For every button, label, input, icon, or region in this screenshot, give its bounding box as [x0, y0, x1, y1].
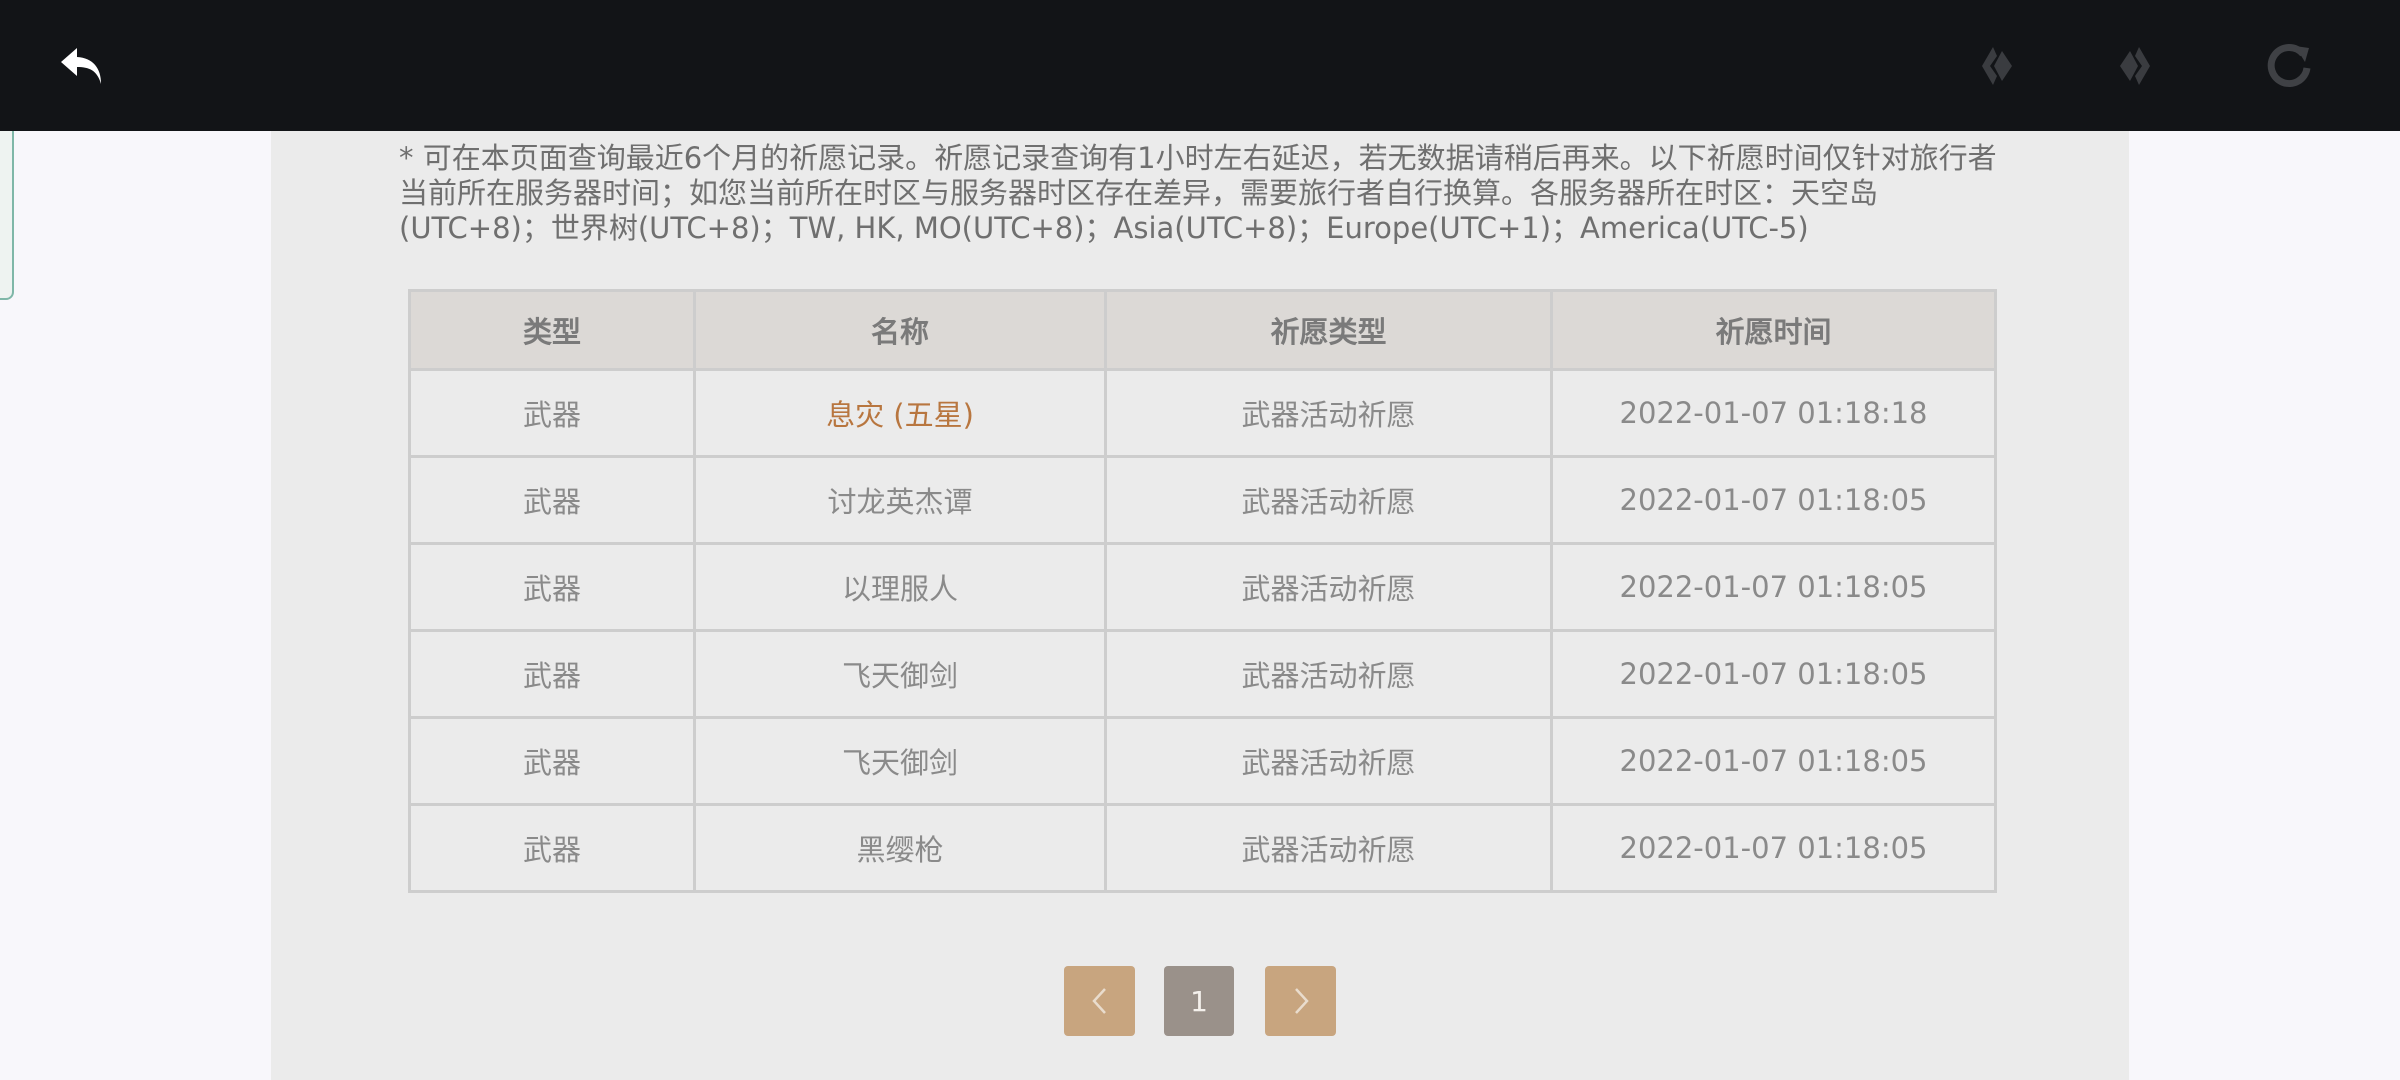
prev-nav-icon[interactable]	[1960, 33, 2026, 99]
cell-type: 武器	[408, 368, 696, 458]
table-row: 武器 飞天御剑 武器活动祈愿 2022-01-07 01:18:05	[408, 629, 1997, 719]
back-icon[interactable]	[50, 33, 116, 99]
page-number-button[interactable]: 1	[1164, 966, 1234, 1036]
notice-text: * 可在本页面查询最近6个月的祈愿记录。祈愿记录查询有1小时左右延迟，若无数据请…	[399, 141, 1997, 245]
cell-wish-type: 武器活动祈愿	[1104, 629, 1553, 719]
cell-wish-type: 武器活动祈愿	[1104, 455, 1553, 545]
table-row: 武器 飞天御剑 武器活动祈愿 2022-01-07 01:18:05	[408, 716, 1997, 806]
cell-type: 武器	[408, 716, 696, 806]
table-row: 武器 息灾 (五星) 武器活动祈愿 2022-01-07 01:18:18	[408, 368, 1997, 458]
cell-type: 武器	[408, 629, 696, 719]
cell-type: 武器	[408, 803, 696, 893]
table-row: 武器 讨龙英杰谭 武器活动祈愿 2022-01-07 01:18:05	[408, 455, 1997, 545]
table-row: 武器 以理服人 武器活动祈愿 2022-01-07 01:18:05	[408, 542, 1997, 632]
cell-wish-type: 武器活动祈愿	[1104, 716, 1553, 806]
side-drawer-handle[interactable]	[0, 110, 14, 300]
cell-type: 武器	[408, 455, 696, 545]
header-type: 类型	[408, 289, 696, 371]
wish-records-table: 类型 名称 祈愿类型 祈愿时间 武器 息灾 (五星) 武器活动祈愿 2022-0…	[408, 289, 1997, 893]
chevron-right-icon	[1294, 988, 1309, 1014]
wish-history-panel: * 可在本页面查询最近6个月的祈愿记录。祈愿记录查询有1小时左右延迟，若无数据请…	[271, 131, 2129, 1080]
cell-name: 息灾 (五星)	[693, 368, 1107, 458]
cell-name: 讨龙英杰谭	[693, 455, 1107, 545]
cell-name: 以理服人	[693, 542, 1107, 632]
header-wish-time: 祈愿时间	[1550, 289, 1997, 371]
next-nav-icon[interactable]	[2106, 33, 2172, 99]
cell-wish-time: 2022-01-07 01:18:05	[1550, 542, 1997, 632]
cell-wish-type: 武器活动祈愿	[1104, 803, 1553, 893]
cell-type: 武器	[408, 542, 696, 632]
cell-name: 飞天御剑	[693, 629, 1107, 719]
cell-name: 黑缨枪	[693, 803, 1107, 893]
reload-icon[interactable]	[2256, 33, 2322, 99]
cell-name: 飞天御剑	[693, 716, 1107, 806]
table-row: 武器 黑缨枪 武器活动祈愿 2022-01-07 01:18:05	[408, 803, 1997, 893]
cell-wish-type: 武器活动祈愿	[1104, 542, 1553, 632]
cell-wish-time: 2022-01-07 01:18:05	[1550, 629, 1997, 719]
table-header-row: 类型 名称 祈愿类型 祈愿时间	[408, 289, 1997, 371]
prev-page-button[interactable]	[1064, 966, 1135, 1036]
cell-wish-type: 武器活动祈愿	[1104, 368, 1553, 458]
header-name: 名称	[693, 289, 1107, 371]
cell-wish-time: 2022-01-07 01:18:05	[1550, 716, 1997, 806]
cell-wish-time: 2022-01-07 01:18:05	[1550, 455, 1997, 545]
top-toolbar	[0, 0, 2400, 131]
chevron-left-icon	[1091, 988, 1106, 1014]
cell-wish-time: 2022-01-07 01:18:18	[1550, 368, 1997, 458]
next-page-button[interactable]	[1265, 966, 1336, 1036]
cell-wish-time: 2022-01-07 01:18:05	[1550, 803, 1997, 893]
header-wish-type: 祈愿类型	[1104, 289, 1553, 371]
